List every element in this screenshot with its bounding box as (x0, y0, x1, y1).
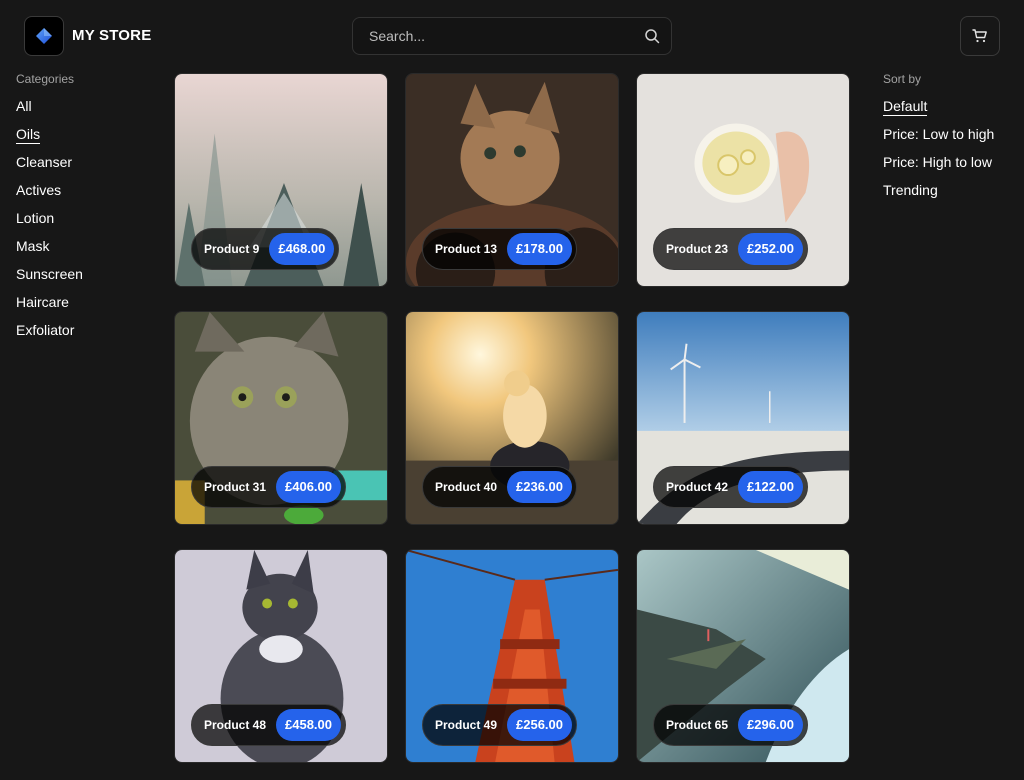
categories-sidebar: Categories All Oils Cleanser Actives Lot… (16, 72, 156, 348)
search-bar[interactable] (352, 17, 672, 55)
category-mask[interactable]: Mask (16, 236, 156, 264)
logo-button[interactable] (24, 16, 64, 56)
search-input[interactable] (353, 18, 633, 54)
product-card[interactable]: Product 9 £468.00 (174, 73, 388, 287)
product-name: Product 49 (435, 718, 498, 732)
product-name: Product 40 (435, 480, 498, 494)
product-label: Product 31 £406.00 (191, 466, 347, 508)
product-label: Product 13 £178.00 (422, 228, 578, 270)
product-card[interactable]: Product 31 £406.00 (174, 311, 388, 525)
product-card[interactable]: Product 13 £178.00 (405, 73, 619, 287)
product-card[interactable]: Product 40 £236.00 (405, 311, 619, 525)
product-name: Product 48 (204, 718, 267, 732)
categories-list: All Oils Cleanser Actives Lotion Mask Su… (16, 96, 156, 348)
sort-list: Default Price: Low to high Price: High t… (883, 96, 1024, 208)
sort-default[interactable]: Default (883, 96, 1024, 124)
product-card[interactable]: Product 65 £296.00 (636, 549, 850, 763)
product-label: Product 49 £256.00 (422, 704, 578, 746)
product-name: Product 9 (204, 242, 260, 256)
cart-icon (972, 29, 987, 43)
category-cleanser[interactable]: Cleanser (16, 152, 156, 180)
sort-sidebar: Sort by Default Price: Low to high Price… (883, 72, 1024, 208)
product-name: Product 23 (666, 242, 729, 256)
product-price: £252.00 (738, 233, 804, 265)
product-card[interactable]: Product 48 £458.00 (174, 549, 388, 763)
store-name[interactable]: MY STORE (72, 27, 151, 44)
category-lotion[interactable]: Lotion (16, 208, 156, 236)
product-name: Product 13 (435, 242, 498, 256)
product-price: £468.00 (269, 233, 335, 265)
product-label: Product 9 £468.00 (191, 228, 340, 270)
product-price: £178.00 (507, 233, 573, 265)
product-name: Product 42 (666, 480, 729, 494)
product-card[interactable]: Product 49 £256.00 (405, 549, 619, 763)
product-label: Product 40 £236.00 (422, 466, 578, 508)
product-price: £406.00 (276, 471, 342, 503)
sort-price-low-high[interactable]: Price: Low to high (883, 124, 1024, 152)
product-name: Product 31 (204, 480, 267, 494)
product-price: £256.00 (507, 709, 573, 741)
sort-title: Sort by (883, 72, 922, 86)
product-price: £296.00 (738, 709, 804, 741)
product-label: Product 65 £296.00 (653, 704, 809, 746)
product-label: Product 48 £458.00 (191, 704, 347, 746)
category-oils[interactable]: Oils (16, 124, 156, 152)
category-all[interactable]: All (16, 96, 156, 124)
category-sunscreen[interactable]: Sunscreen (16, 264, 156, 292)
product-price: £458.00 (276, 709, 342, 741)
categories-title: Categories (16, 72, 75, 86)
product-card[interactable]: Product 42 £122.00 (636, 311, 850, 525)
header: MY STORE (0, 0, 1024, 72)
product-label: Product 23 £252.00 (653, 228, 809, 270)
product-card[interactable]: Product 23 £252.00 (636, 73, 850, 287)
category-exfoliator[interactable]: Exfoliator (16, 320, 156, 348)
cart-button[interactable] (960, 16, 1000, 56)
product-price: £236.00 (507, 471, 573, 503)
product-label: Product 42 £122.00 (653, 466, 809, 508)
search-icon[interactable] (644, 28, 660, 44)
diamond-logo-icon (36, 28, 52, 44)
product-name: Product 65 (666, 718, 729, 732)
sort-price-high-low[interactable]: Price: High to low (883, 152, 1024, 180)
product-price: £122.00 (738, 471, 804, 503)
category-haircare[interactable]: Haircare (16, 292, 156, 320)
sort-trending[interactable]: Trending (883, 180, 1024, 208)
category-actives[interactable]: Actives (16, 180, 156, 208)
